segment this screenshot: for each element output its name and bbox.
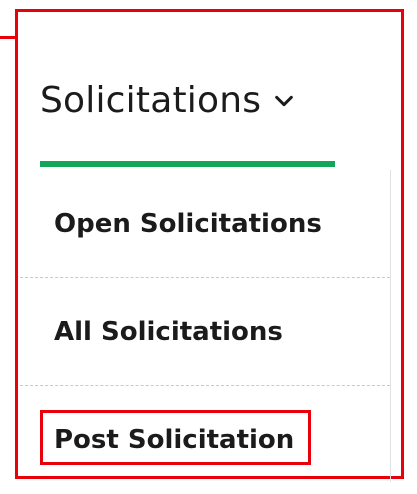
menu-item-post-solicitation[interactable]: Post Solicitation — [20, 386, 390, 494]
menu-divider — [390, 170, 391, 482]
solicitations-dropdown-menu: Open Solicitations All Solicitations Pos… — [20, 170, 390, 494]
active-nav-indicator — [40, 161, 335, 167]
solicitations-nav-toggle[interactable]: Solicitations — [40, 70, 295, 130]
menu-item-label: All Solicitations — [54, 316, 283, 347]
menu-item-all-solicitations[interactable]: All Solicitations — [20, 278, 390, 386]
menu-item-open-solicitations[interactable]: Open Solicitations — [20, 170, 390, 278]
nav-title: Solicitations — [40, 79, 262, 121]
menu-item-label: Open Solicitations — [54, 208, 322, 239]
menu-item-label: Post Solicitation — [54, 425, 295, 455]
chevron-down-icon — [275, 95, 293, 107]
